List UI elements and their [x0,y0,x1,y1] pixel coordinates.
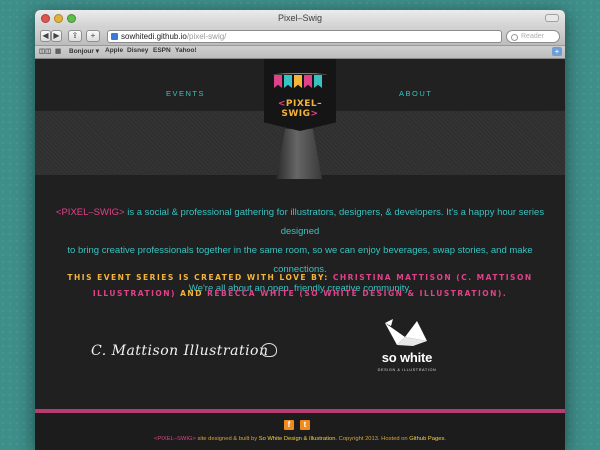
footer-host-link[interactable]: Github Pages [409,436,444,442]
reader-label: Reader [521,33,544,40]
nav-about[interactable]: ABOUT [399,89,432,98]
credit-name-white: REBECCA WHITE (SO WHITE DESIGN & ILLUSTR… [207,289,508,298]
site-favicon-icon [111,33,118,40]
browser-window: Pixel–Swig ◀ ▶ ⇪ + sowhitedi.github.io/p… [35,10,565,450]
credit-line: THIS EVENT SERIES IS CREATED WITH LOVE B… [65,270,535,302]
browser-toolbar: ◀ ▶ ⇪ + sowhitedi.github.io/pixel-swig/ … [35,28,565,46]
credit-prefix: THIS EVENT SERIES IS CREATED WITH LOVE B… [67,273,329,282]
credit-and: AND [180,289,203,298]
origami-crane-icon[interactable] [383,317,429,347]
credit-name-mattison-cont: ILLUSTRATION) [92,289,176,298]
footer-copy: . Copyright 2013. Hosted on [335,436,410,442]
mattison-illustration-logo[interactable]: C. Mattison Illustration [91,343,269,359]
footer-designer-link[interactable]: So White Design & Illustration [259,436,336,442]
toolbar-toggle-button[interactable] [545,14,559,22]
so-white-tagline: DESIGN & ILLUSTRATION [377,368,437,372]
footer-copy: site designed & built by [195,436,259,442]
footer-text: <PIXEL–SWIG> site designed & built by So… [35,436,565,442]
address-bar[interactable]: sowhitedi.github.io/pixel-swig/ [107,30,502,43]
top-sites-icon[interactable]: ▦ [55,47,61,55]
forward-button[interactable]: ▶ [51,30,62,42]
bookmark-item[interactable]: Bonjour ▾ [69,47,99,55]
doodle-icon [261,343,277,357]
twitter-icon[interactable]: t [300,420,310,430]
url-path: /pixel-swig/ [186,32,227,41]
add-button[interactable]: + [86,30,100,42]
intro-text: is a social & professional gathering for… [124,207,545,237]
nav-events[interactable]: EVENTS [166,89,205,98]
bookmark-item[interactable]: Apple [105,47,123,54]
reader-button[interactable]: Reader [506,30,560,43]
footer-brand: <PIXEL–SWIG> [154,436,196,442]
intro-brand: <PIXEL–SWIG> [55,207,125,218]
web-page: EVENTS ABOUT <PIXEL–SWIG> <PIXEL–SWIG> i… [35,59,565,450]
site-logo[interactable]: <PIXEL–SWIG> [264,99,336,119]
so-white-logo[interactable]: so white [371,350,443,365]
back-button[interactable]: ◀ [40,30,51,42]
title-bar: Pixel–Swig [35,10,565,28]
footer-copy: . [444,436,446,442]
credit-name-mattison: CHRISTINA MATTISON (C. MATTISON [332,273,533,282]
bookmarks-bar: ◫◫ ▦ Bonjour ▾ Apple Disney ESPN Yahoo! … [35,46,565,59]
logo-banner[interactable] [264,59,336,131]
logo-bracket: > [310,109,319,119]
site-footer: f t <PIXEL–SWIG> site designed & built b… [35,413,565,450]
bookmark-item[interactable]: Disney [127,47,148,54]
logo-bracket: < [277,99,286,109]
search-icon [511,34,518,41]
reading-list-icon[interactable]: ◫◫ [39,47,51,55]
window-title: Pixel–Swig [277,13,323,23]
share-button[interactable]: ⇪ [68,30,82,42]
facebook-icon[interactable]: f [284,420,294,430]
url-host: sowhitedi.github.io [121,32,187,41]
bookmark-item[interactable]: Yahoo! [175,47,197,54]
bookmark-item[interactable]: ESPN [153,47,171,54]
new-tab-button[interactable]: + [552,47,562,56]
